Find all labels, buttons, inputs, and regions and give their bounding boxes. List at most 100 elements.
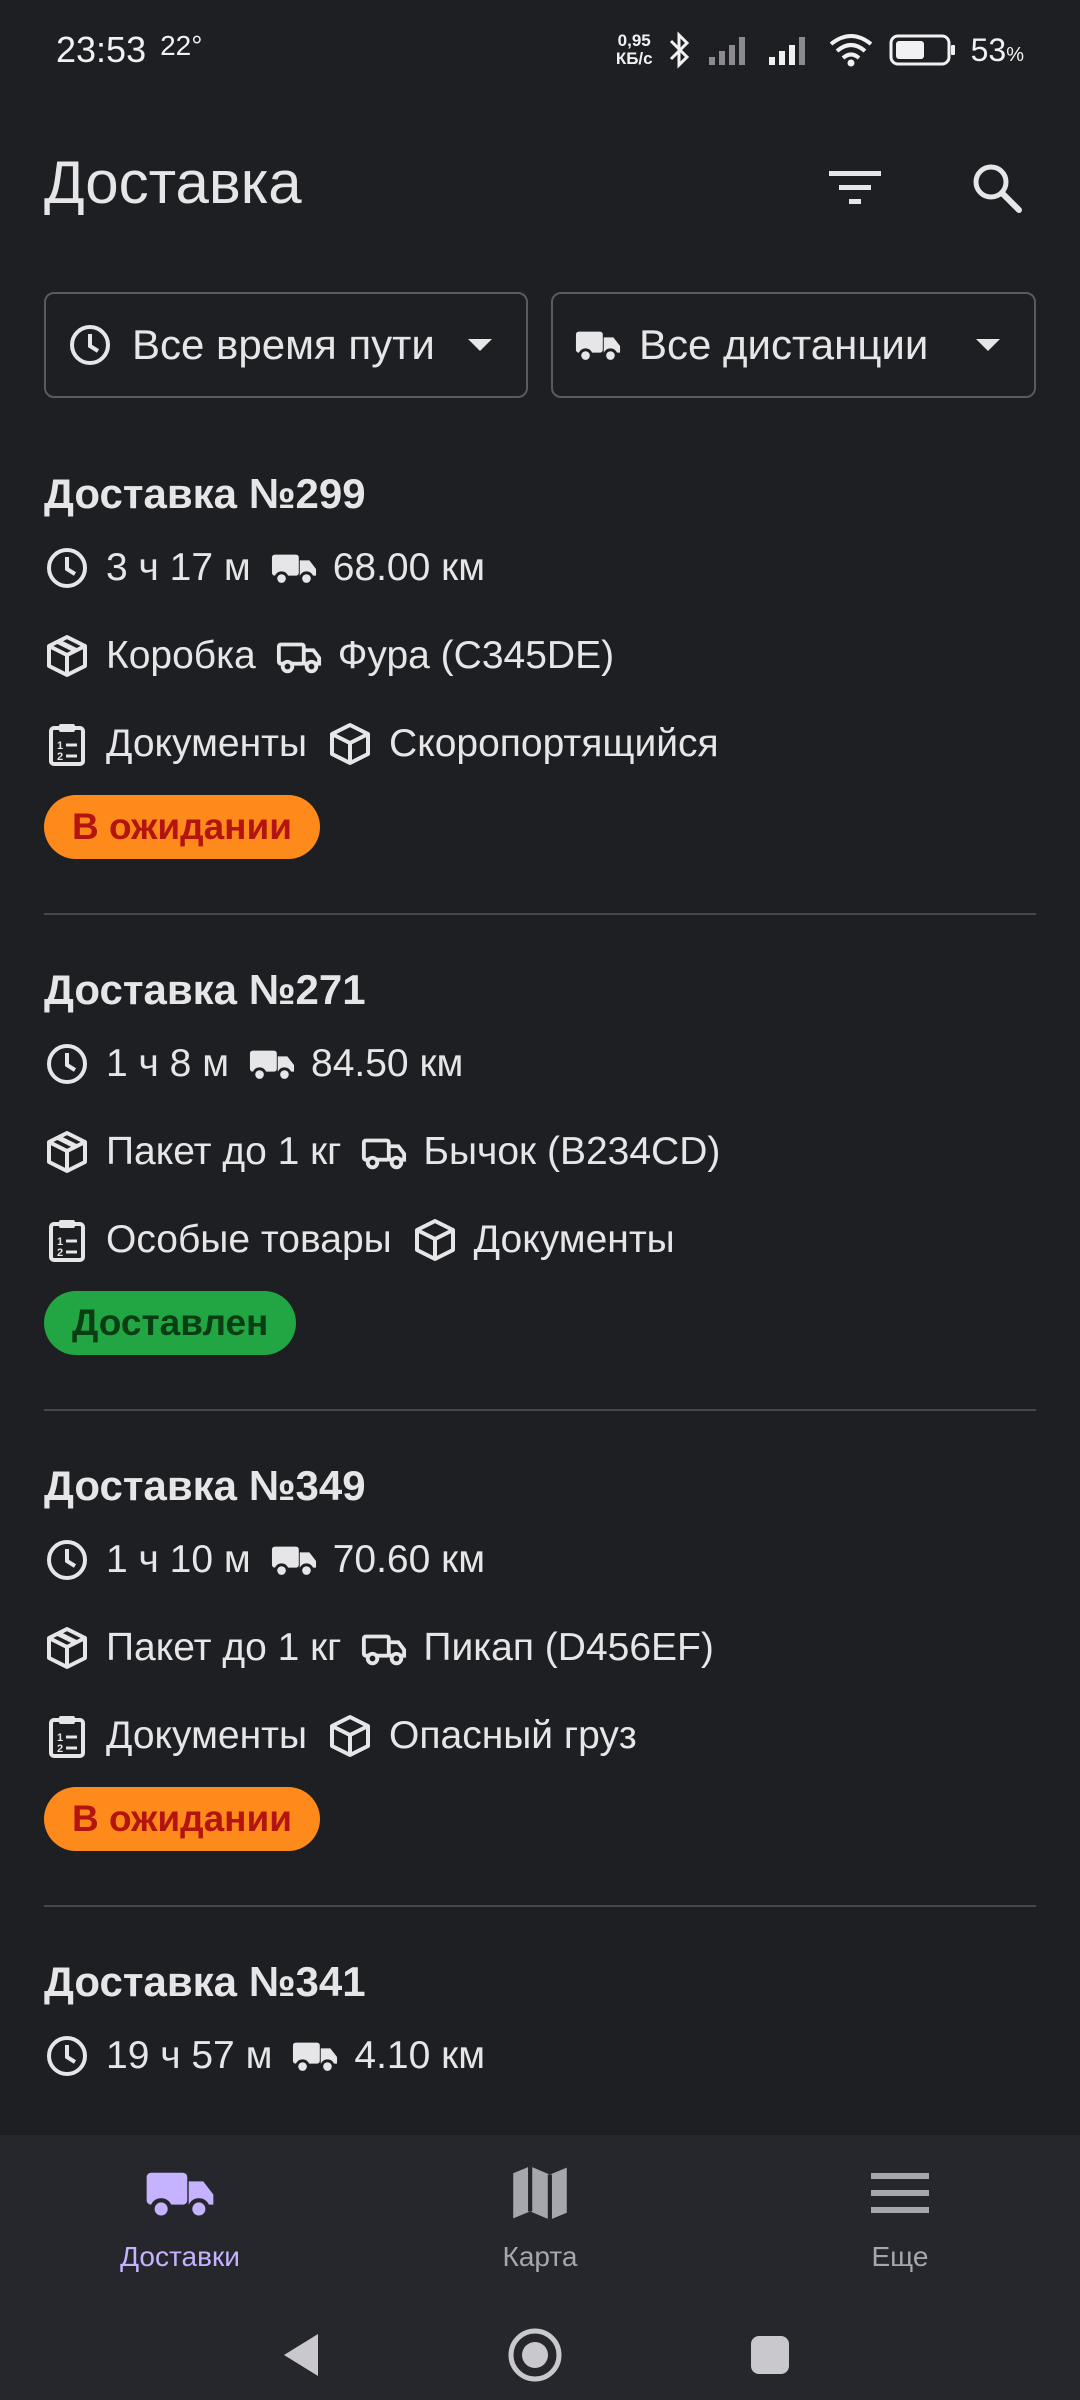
delivery-cargo-type: Опасный груз [389,1714,637,1757]
chevron-down-icon [976,339,1000,351]
clipboard-list-icon [44,1713,90,1759]
travel-time-dropdown[interactable]: Все время пути [44,292,528,398]
status-badge: В ожидании [44,795,320,859]
signal-icon-1 [708,37,745,65]
delivery-card[interactable]: Доставка №349 1 ч 10 м 70.60 км Пакет до… [44,1432,1036,1928]
delivery-package: Пакет до 1 кг [106,1626,342,1669]
truck-icon [575,322,621,368]
home-button[interactable] [500,2320,570,2390]
truck-outline-icon [361,1625,407,1671]
truck-icon [271,1537,317,1583]
delivery-cargo-type: Документы [473,1218,675,1261]
distance-dropdown-label: Все дистанции [639,321,929,368]
recents-button[interactable] [735,2320,805,2390]
clipboard-list-icon [44,1217,90,1263]
delivery-card[interactable]: Доставка №299 3 ч 17 м 68.00 км Коробка … [44,440,1036,936]
delivery-distance: 70.60 км [332,1538,486,1581]
back-icon [284,2334,318,2376]
delivery-distance: 84.50 км [311,1042,464,1085]
home-icon [508,2328,562,2382]
battery-value: 53 [970,31,1007,68]
delivery-vehicle: Бычок (B234CD) [423,1130,721,1173]
package-icon [44,1625,90,1671]
wifi-icon [829,34,872,67]
truck-icon [292,2033,338,2079]
menu-icon [835,2157,965,2229]
delivery-title: Доставка №349 [44,1462,366,1509]
cube-icon [412,1217,458,1263]
cube-icon [327,721,373,767]
delivery-card[interactable]: Доставка №271 1 ч 8 м 84.50 км Пакет до … [44,936,1036,1432]
signal-icon-2 [768,37,805,65]
clock-icon [44,1537,90,1583]
distance-dropdown[interactable]: Все дистанции [551,292,1036,398]
delivery-category-row: Документы Опасный груз [44,1713,657,1759]
battery-unit: % [1006,43,1024,66]
nav-item-map[interactable]: Карта [360,2135,720,2310]
status-temperature: 22° [160,30,203,61]
app-bar: Доставка [0,130,1080,240]
delivery-list[interactable]: Доставка №299 3 ч 17 м 68.00 км Коробка … [0,440,1080,2135]
clock-icon [44,2033,90,2079]
delivery-category-row: Особые товары Документы [44,1217,695,1263]
delivery-package: Коробка [106,634,256,677]
clipboard-list-icon [44,721,90,767]
bluetooth-icon [669,31,689,69]
delivery-time-distance-row: 1 ч 10 м 70.60 км [44,1537,505,1583]
delivery-duration: 1 ч 8 м [106,1042,230,1085]
travel-time-dropdown-label: Все время пути [132,321,435,368]
delivery-title: Доставка №271 [44,966,366,1013]
delivery-time-distance-row: 3 ч 17 м 68.00 км [44,545,505,591]
delivery-duration: 19 ч 57 м [106,2034,273,2077]
delivery-duration: 3 ч 17 м [106,546,251,589]
delivery-category: Документы [106,1714,308,1757]
status-badge: Доставлен [44,1291,297,1355]
truck-outline-icon [361,1129,407,1175]
delivery-title: Доставка №341 [44,1958,366,2005]
delivery-vehicle: Фура (C345DE) [337,634,615,677]
delivery-category: Особые товары [106,1218,392,1261]
battery-icon [889,34,955,66]
delivery-card[interactable]: Доставка №341 19 ч 57 м 4.10 км [44,1928,1036,2135]
delivery-category: Документы [106,722,308,765]
search-icon [973,164,1022,213]
clock-icon [68,322,114,368]
delivery-time-distance-row: 1 ч 8 м 84.50 км [44,1041,483,1087]
delivery-cargo-type: Скоропортящийся [389,722,719,765]
clock-icon [44,545,90,591]
delivery-duration: 1 ч 10 м [106,1538,251,1581]
package-icon [44,1129,90,1175]
delivery-package-vehicle-row: Пакет до 1 кг Пикап (D456EF) [44,1625,734,1671]
nav-label: Доставки [120,2241,240,2272]
filter-icon [829,171,881,204]
network-speed-value: 0,95 [617,31,651,50]
divider [44,1409,1036,1411]
status-icons: 0,95 КБ/с 53% [616,30,1024,70]
delivery-package: Пакет до 1 кг [106,1130,342,1173]
status-bar: 23:53 22° 0,95 КБ/с 53% [0,0,1080,100]
nav-item-more[interactable]: Еще [720,2135,1080,2310]
cube-icon [327,1713,373,1759]
network-speed-unit: КБ/с [615,49,653,68]
status-badge: В ожидании [44,1787,320,1851]
chevron-down-icon [468,339,492,351]
nav-item-deliveries[interactable]: Доставки [0,2135,360,2310]
delivery-category-row: Документы Скоропортящийся [44,721,739,767]
back-button[interactable] [265,2320,335,2390]
search-button[interactable] [957,148,1037,228]
nav-label: Карта [502,2241,578,2272]
recents-icon [751,2336,789,2374]
page-title: Доставка [44,149,302,216]
truck-icon [249,1041,295,1087]
delivery-package-vehicle-row: Пакет до 1 кг Бычок (B234CD) [44,1129,740,1175]
network-speed: 0,95 КБ/с [616,32,653,68]
battery-percent: 53% [971,32,1024,69]
filter-button[interactable] [815,148,895,228]
delivery-title: Доставка №299 [44,470,366,517]
divider [44,913,1036,915]
truck-icon [271,545,317,591]
package-icon [44,633,90,679]
nav-label: Еще [871,2241,929,2272]
system-navigation-bar [0,2310,1080,2400]
divider [44,1905,1036,1907]
